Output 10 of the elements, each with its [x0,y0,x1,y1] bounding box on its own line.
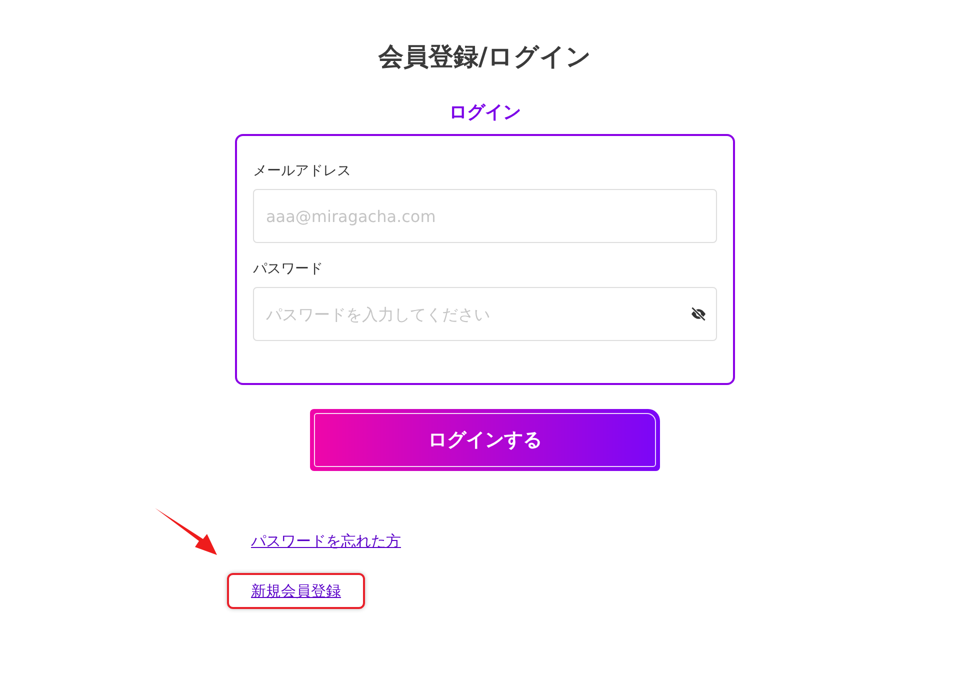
password-field[interactable]: パスワードを入力してください [253,287,717,341]
login-heading: ログイン [449,101,521,124]
page-title: 会員登録/ログイン [378,41,592,73]
forgot-password-link[interactable]: パスワードを忘れた方 [251,532,401,550]
field-label: パスワード [253,260,323,278]
register-link[interactable]: 新規会員登録 [251,582,341,600]
login-button[interactable]: ログインする [310,409,660,471]
eye-slash-icon[interactable] [690,307,707,321]
field-label: メールアドレス [253,162,351,180]
email-field[interactable]: aaa@miragacha.com [253,189,717,243]
